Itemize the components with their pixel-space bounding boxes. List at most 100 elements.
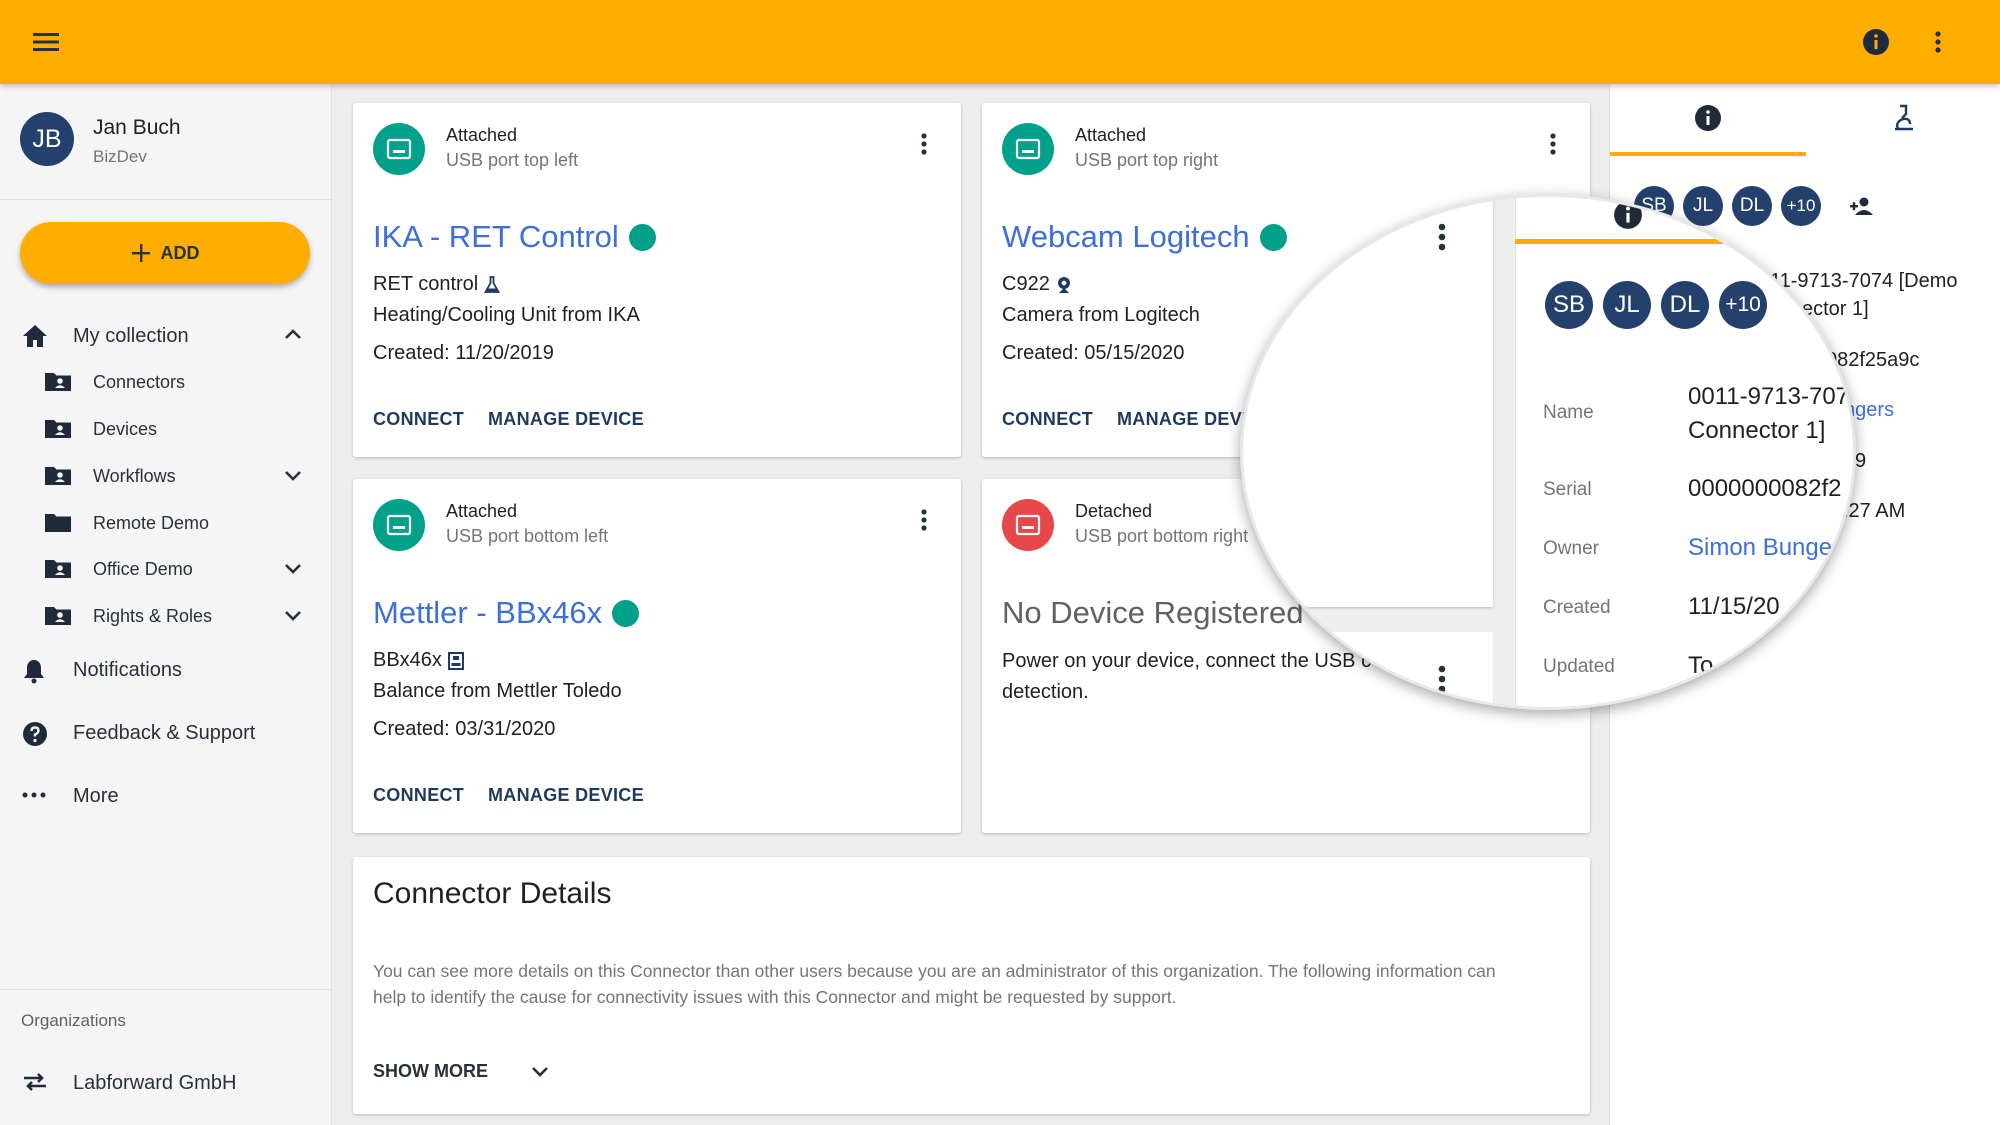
add-label: ADD: [160, 242, 200, 263]
usb-port-icon: [1002, 499, 1054, 551]
plus-icon: [131, 244, 150, 262]
sidebar-item-label: Workflows: [93, 465, 176, 486]
connect-button[interactable]: CONNECT: [373, 409, 464, 430]
sidebar-item-label: Office Demo: [93, 558, 193, 579]
bell-icon: [22, 658, 46, 684]
port-label: USB port bottom right: [1075, 526, 1249, 546]
online-indicator: [628, 223, 656, 251]
member-avatar[interactable]: SB: [1545, 281, 1593, 329]
app-bar: [0, 0, 2000, 84]
device-name-link[interactable]: IKA - RET Control: [373, 219, 656, 255]
user-profile[interactable]: JB Jan Buch BizDev: [0, 84, 331, 200]
manage-device-button[interactable]: MANAGE DEVICE: [488, 785, 644, 806]
serial-label: Serial: [1543, 479, 1592, 500]
user-role: BizDev: [93, 147, 147, 166]
microscope-icon: [1894, 104, 1913, 131]
member-avatar[interactable]: DL: [1661, 281, 1709, 329]
device-model: C922: [1002, 273, 1072, 296]
usb-port-icon: [1002, 123, 1054, 175]
organizations-heading: Organizations: [21, 1011, 126, 1030]
member-avatar[interactable]: +10: [1719, 281, 1767, 329]
sidebar-item-label: Feedback & Support: [73, 721, 256, 744]
menu-icon[interactable]: [28, 24, 64, 60]
add-button[interactable]: ADD: [20, 222, 310, 284]
folder-account-icon: [44, 370, 72, 392]
connect-button[interactable]: CONNECT: [373, 785, 464, 806]
sidebar-item-office-demo[interactable]: Office Demo: [0, 547, 331, 591]
connection-status: Attached: [1075, 125, 1147, 145]
sidebar-item-workflows[interactable]: Workflows: [0, 454, 331, 498]
name-value: 0011-9713-707: [1688, 383, 1850, 410]
tab-lab[interactable]: [1806, 84, 2000, 152]
sidebar-item-rights-roles[interactable]: Rights & Roles: [0, 594, 331, 638]
chevron-down-icon: [530, 1065, 550, 1079]
device-model-text: RET control: [373, 273, 479, 295]
chevron-up-icon[interactable]: [282, 324, 304, 346]
device-description: Balance from Mettler Toledo: [373, 680, 622, 702]
home-icon: [22, 324, 48, 348]
sidebar-item-label: My collection: [73, 324, 189, 347]
device-card: Attached USB port bottom left Mettler - …: [353, 479, 961, 833]
device-name-link[interactable]: Mettler - BBx46x: [373, 595, 640, 631]
info-icon[interactable]: [1858, 24, 1894, 60]
connection-status: Attached: [446, 501, 518, 521]
more-vert-icon[interactable]: [1438, 223, 1446, 251]
more-vert-icon[interactable]: [921, 133, 927, 155]
info-icon: [1613, 200, 1643, 230]
usb-port-icon: [373, 499, 425, 551]
info-icon: [1695, 105, 1721, 131]
folder-account-icon: [44, 417, 72, 439]
section-title: Connector Details: [373, 877, 612, 910]
sidebar-item-feedback[interactable]: Feedback & Support: [0, 711, 331, 755]
port-label: USB port top right: [1075, 150, 1219, 170]
chevron-down-icon[interactable]: [282, 557, 304, 579]
tab-info[interactable]: [1610, 84, 1806, 152]
details-text-line1: You can see more details on this Connect…: [373, 961, 1496, 981]
sidebar-item-connectors[interactable]: Connectors: [0, 360, 331, 404]
sidebar-item-more[interactable]: More: [0, 774, 331, 818]
sidebar-item-notifications[interactable]: Notifications: [0, 648, 331, 692]
scale-icon: [447, 651, 464, 670]
organization-switcher[interactable]: Labforward GmbH: [0, 1061, 331, 1105]
sidebar-item-devices[interactable]: Devices: [0, 407, 331, 451]
connect-button[interactable]: CONNECT: [1002, 409, 1093, 430]
connector-details-card: Connector Details You can see more detai…: [353, 857, 1590, 1114]
magnified-panel: [1515, 197, 1853, 707]
sidebar-item-remote-demo[interactable]: Remote Demo: [0, 501, 331, 545]
sidebar-item-my-collection[interactable]: My collection: [0, 314, 331, 358]
user-name: Jan Buch: [93, 116, 181, 139]
show-more-button[interactable]: SHOW MORE: [373, 1061, 550, 1082]
device-name: Webcam Logitech: [1002, 219, 1250, 254]
connection-status: Attached: [446, 125, 518, 145]
webcam-icon: [1056, 276, 1072, 294]
avatar: JB: [20, 112, 74, 166]
organization-name: Labforward GmbH: [73, 1071, 237, 1094]
manage-device-button[interactable]: MANAGE DEVICE: [488, 409, 644, 430]
help-icon: [22, 721, 48, 747]
port-label: USB port top left: [446, 150, 579, 170]
sidebar-item-label: Remote Demo: [93, 512, 210, 533]
device-card: Attached USB port top left IKA - RET Con…: [353, 103, 961, 457]
more-vert-icon[interactable]: [1920, 24, 1956, 60]
chevron-down-icon[interactable]: [282, 604, 304, 626]
port-label: USB port bottom left: [446, 526, 609, 546]
flask-icon: [484, 275, 501, 294]
folder-account-icon: [44, 464, 72, 486]
chevron-down-icon[interactable]: [282, 464, 304, 486]
magnified-card: [1243, 632, 1493, 707]
serial-value: 0000000082f2: [1688, 475, 1842, 502]
updated-value: To: [1688, 652, 1714, 679]
folder-account-icon: [44, 557, 72, 579]
owner-link[interactable]: Simon Bunge: [1688, 534, 1832, 562]
more-horiz-icon: [22, 792, 46, 798]
created-label: Created: [1543, 597, 1611, 618]
sidebar: JB Jan Buch BizDev ADD My collection Con…: [0, 84, 332, 1125]
manage-device-button[interactable]: MANAGE DEVI: [1117, 409, 1247, 430]
member-avatar[interactable]: JL: [1603, 281, 1651, 329]
more-vert-icon[interactable]: [1438, 665, 1446, 693]
more-vert-icon[interactable]: [1550, 133, 1556, 155]
device-name: Mettler - BBx46x: [373, 595, 603, 630]
more-vert-icon[interactable]: [921, 509, 927, 531]
device-name: IKA - RET Control: [373, 219, 619, 254]
device-model: RET control: [373, 273, 501, 296]
